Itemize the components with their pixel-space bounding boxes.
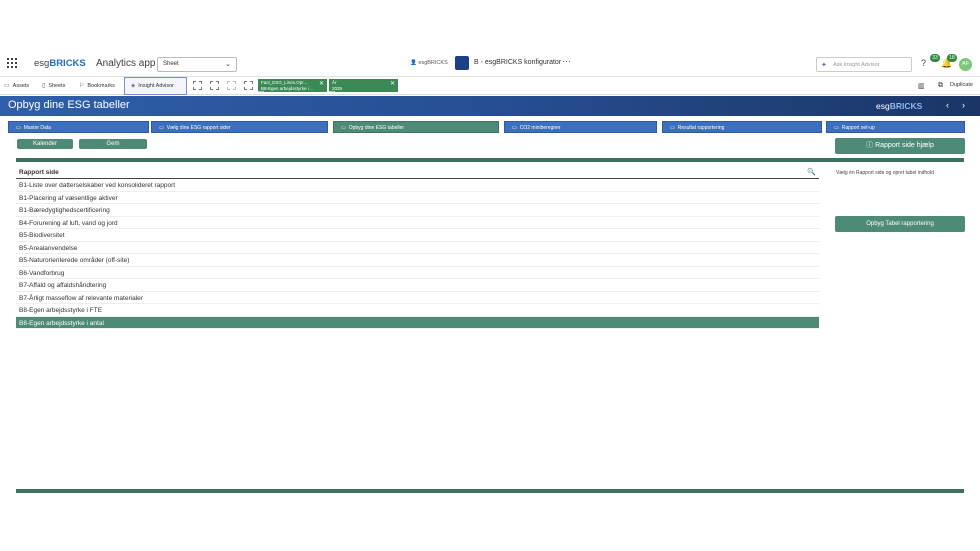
- chip-value: B8-Egen arbejdsstyrke i ...: [261, 85, 314, 91]
- nav-vaelg-rapport-sider[interactable]: ▭ Vælg dine ESG rapport sider: [151, 121, 328, 133]
- nav-resultat-rapportering[interactable]: ▭ Resultat rapportering: [662, 121, 822, 133]
- sheets-icon: ▯: [42, 83, 46, 89]
- page-title: Opbyg dine ESG tabeller: [8, 99, 130, 111]
- sheet-icon: ▭: [16, 125, 21, 131]
- app-title[interactable]: B - esgBRICKS konfigurator: [474, 59, 561, 66]
- table-row[interactable]: B1-Liste over datterselskaber ved konsol…: [16, 179, 819, 192]
- insight-advisor-button[interactable]: ◈ Insight Advisor: [124, 77, 187, 95]
- nav-opbyg-tabeller[interactable]: ▭ Opbyg dine ESG tabeller: [333, 121, 499, 133]
- table-row[interactable]: B4-Forurening af luft, vand og jord: [16, 217, 819, 229]
- next-sheet-icon[interactable]: ›: [962, 100, 965, 110]
- table-row[interactable]: B7-Affald og affaldshåndtering: [16, 279, 819, 292]
- bookmarks-button[interactable]: ⚐ Bookmarks: [79, 82, 115, 89]
- assets-button[interactable]: ▭ Assets: [4, 82, 29, 89]
- close-icon[interactable]: ✕: [390, 81, 395, 88]
- sheets-button[interactable]: ▯ Sheets: [42, 82, 65, 89]
- chip-bar: [258, 90, 264, 92]
- sheet-icon: ▭: [834, 125, 839, 131]
- close-icon[interactable]: ✕: [319, 81, 324, 88]
- sheet-icon: ▭: [670, 125, 675, 131]
- more-icon[interactable]: ···: [562, 56, 571, 66]
- bottom-divider: [16, 489, 964, 493]
- table-row[interactable]: B8-Egen arbejdsstyrke i antal: [16, 316, 819, 329]
- chevron-down-icon: ⌄: [225, 61, 231, 68]
- opbyg-tabel-button[interactable]: Opbyg Tabel rapportering: [835, 216, 965, 232]
- brand-logo[interactable]: esgBRICKS: [34, 58, 86, 69]
- help-icon[interactable]: ?: [921, 58, 926, 68]
- app-grid-icon[interactable]: [7, 58, 17, 68]
- nav-master-data[interactable]: ▭ Master Data: [8, 121, 149, 133]
- smart-search-icon[interactable]: [193, 81, 202, 90]
- sheet-icon: ▭: [512, 125, 517, 131]
- divider: [16, 158, 964, 162]
- avatar[interactable]: AF: [959, 58, 972, 71]
- banner-logo: esgBRICKS: [876, 101, 923, 111]
- sparkle-icon: ✦: [821, 62, 827, 69]
- sheet-icon: ▭: [159, 125, 164, 131]
- table-row[interactable]: B5-Naturorienterede områder (off-site): [16, 254, 819, 267]
- prev-sheet-icon[interactable]: ‹: [946, 100, 949, 110]
- top-bar: esgBRICKS Analytics app Sheet ⌄ 👤 esgBRIC…: [0, 50, 980, 77]
- nav-co2-miniberegner[interactable]: ▭ CO2 miniberegner: [504, 121, 657, 133]
- selection-chip-fact[interactable]: Fact_ESG_Lines.Opr... B8-Egen arbejdssty…: [258, 79, 327, 92]
- insight-icon: ◈: [131, 83, 136, 89]
- table-row[interactable]: B5-Biodiversitet: [16, 229, 819, 242]
- step-back-icon[interactable]: [227, 81, 236, 90]
- table-row[interactable]: B6-Vandforbrug: [16, 267, 819, 279]
- app-root: esgBRICKS Analytics app Sheet ⌄ 👤 esgBRIC…: [0, 0, 980, 551]
- side-note: Vælg én Rapport side og opret tabel indh…: [836, 170, 934, 176]
- nav-rapport-set-up[interactable]: ▭ Rapport set-up: [826, 121, 965, 133]
- help-badge: 33: [930, 54, 940, 62]
- gem-button[interactable]: Gem: [79, 139, 147, 149]
- table-row[interactable]: B8-Egen arbejdsstyrke i FTE: [16, 304, 819, 317]
- chip-value: 2025: [332, 85, 343, 91]
- table-header[interactable]: Rapport side 🔍: [16, 167, 819, 179]
- duplicate-icon[interactable]: ⧉: [938, 82, 943, 90]
- ask-insight-input[interactable]: ✦ Ask Insight Advisor: [816, 57, 912, 72]
- grid-view-icon[interactable]: ▥: [918, 82, 925, 90]
- clear-selections-icon[interactable]: [244, 81, 253, 90]
- table-row[interactable]: B5-Arealanvendelse: [16, 242, 819, 254]
- sheet-icon: ▭: [341, 125, 346, 131]
- selections-tool-icon[interactable]: [210, 81, 219, 90]
- info-icon: ⓘ: [866, 142, 876, 149]
- toolbar: ▭ Assets ▯ Sheets ⚐ Bookmarks ◈ Insight Advi…: [0, 77, 980, 95]
- rapport-help-button[interactable]: ⓘ Rapport side hjælp: [835, 138, 965, 154]
- table-row[interactable]: B7-Årligt masseflow af relevante materia…: [16, 292, 819, 304]
- selection-chip-year[interactable]: År 2025 ✕: [329, 79, 398, 92]
- app-thumbnail-icon: [455, 56, 469, 70]
- sheet-banner: Opbyg dine ESG tabeller esgBRICKS ‹ ›: [0, 96, 980, 116]
- bookmark-icon: ⚐: [79, 83, 85, 89]
- notification-badge: 18: [947, 54, 957, 62]
- duplicate-button[interactable]: Duplicate: [950, 82, 973, 88]
- space-label: 👤 esgBRICKS: [410, 60, 448, 66]
- chip-bar: [329, 90, 335, 92]
- kalender-button[interactable]: Kalender: [17, 139, 73, 149]
- table-row[interactable]: B1-Placering af væsentlige aktiver: [16, 192, 819, 204]
- search-icon[interactable]: 🔍: [807, 168, 816, 176]
- assets-icon: ▭: [4, 83, 10, 89]
- table-row[interactable]: B1-Bæredygtighedscertificering: [16, 204, 819, 217]
- sheet-selector[interactable]: Sheet ⌄: [157, 57, 237, 72]
- app-name[interactable]: Analytics app: [96, 58, 155, 69]
- rapport-side-table: Rapport side 🔍 B1-Liste over datterselsk…: [16, 167, 819, 329]
